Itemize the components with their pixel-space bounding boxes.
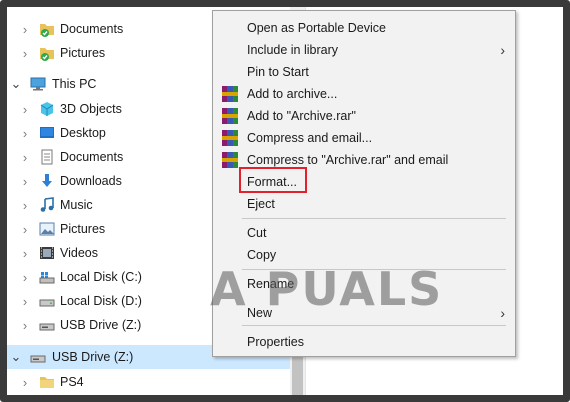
music-icon: [39, 197, 55, 213]
drive-icon: [39, 293, 55, 309]
nav-item-label: Pictures: [60, 222, 106, 236]
documents-icon: [39, 149, 55, 165]
menu-item-cut[interactable]: Cut: [213, 222, 515, 244]
pictures-icon: [39, 221, 55, 237]
folder-check-icon: [39, 21, 55, 37]
chevron-right-icon[interactable]: ›: [20, 169, 30, 193]
chevron-right-icon[interactable]: ›: [20, 41, 30, 65]
videos-icon: [39, 245, 55, 261]
chevron-down-icon[interactable]: ⌄: [11, 345, 22, 369]
folder-icon: [39, 374, 55, 390]
menu-item-label: New: [247, 306, 273, 320]
nav-item-ps4[interactable]: › PS4: [7, 370, 297, 394]
menu-item-pin-to-start[interactable]: Pin to Start: [213, 61, 515, 83]
nav-item-label: This PC: [52, 77, 97, 91]
chevron-right-icon[interactable]: ›: [20, 265, 30, 289]
menu-item-new[interactable]: New ›: [213, 302, 515, 324]
nav-item-label: Local Disk (C:): [60, 270, 142, 284]
nav-item-label: 3D Objects: [60, 102, 122, 116]
menu-item-open-portable[interactable]: Open as Portable Device: [213, 17, 515, 39]
desktop-icon: [39, 125, 55, 141]
submenu-arrow-icon: ›: [500, 305, 505, 321]
menu-item-label: Copy: [247, 248, 277, 262]
winrar-icon: [222, 152, 238, 168]
chevron-right-icon[interactable]: ›: [20, 313, 30, 337]
chevron-right-icon[interactable]: ›: [20, 217, 30, 241]
nav-item-label: USB Drive (Z:): [52, 350, 134, 364]
chevron-right-icon[interactable]: ›: [20, 241, 30, 265]
menu-item-eject[interactable]: Eject: [213, 193, 515, 215]
nav-item-label: Local Disk (D:): [60, 294, 142, 308]
menu-item-add-to-archive-rar[interactable]: Add to "Archive.rar": [213, 105, 515, 127]
menu-item-label: Add to "Archive.rar": [247, 109, 356, 123]
winrar-icon: [222, 108, 238, 124]
chevron-right-icon[interactable]: ›: [20, 193, 30, 217]
menu-item-label: Cut: [247, 226, 267, 240]
menu-item-label: Compress and email...: [247, 131, 373, 145]
computer-icon: [30, 76, 46, 92]
nav-item-label: Documents: [60, 22, 124, 36]
menu-item-label: Eject: [247, 197, 275, 211]
nav-item-label: PS4: [60, 375, 84, 389]
menu-separator: [242, 218, 506, 219]
menu-item-rename[interactable]: Rename: [213, 273, 515, 295]
chevron-right-icon[interactable]: ›: [20, 17, 30, 41]
chevron-right-icon[interactable]: ›: [20, 289, 30, 313]
format-highlight-box: [239, 167, 307, 193]
winrar-icon: [222, 130, 238, 146]
nav-item-label: Desktop: [60, 126, 106, 140]
chevron-right-icon[interactable]: ›: [20, 145, 30, 169]
menu-separator: [242, 325, 506, 326]
menu-item-add-to-archive[interactable]: Add to archive...: [213, 83, 515, 105]
nav-item-label: USB Drive (Z:): [60, 318, 142, 332]
chevron-down-icon[interactable]: ⌄: [11, 72, 22, 96]
windows-drive-icon: [39, 269, 55, 285]
menu-item-compress-and-email[interactable]: Compress and email...: [213, 127, 515, 149]
menu-separator: [242, 269, 506, 270]
menu-item-label: Add to archive...: [247, 87, 338, 101]
downloads-icon: [39, 173, 55, 189]
winrar-icon: [222, 86, 238, 102]
nav-item-label: Videos: [60, 246, 98, 260]
menu-item-label: Rename: [247, 277, 295, 291]
chevron-right-icon[interactable]: ›: [20, 121, 30, 145]
menu-item-label: Pin to Start: [247, 65, 309, 79]
nav-item-label: Documents: [60, 150, 124, 164]
nav-item-label: Music: [60, 198, 93, 212]
menu-item-copy[interactable]: Copy: [213, 244, 515, 266]
explorer-window: › Documents › Pictures ⌄ This PC › 3D Ob…: [0, 0, 570, 402]
chevron-right-icon[interactable]: ›: [20, 370, 30, 394]
menu-item-label: Open as Portable Device: [247, 21, 386, 35]
chevron-right-icon[interactable]: ›: [20, 97, 30, 121]
menu-item-include-in-library[interactable]: Include in library ›: [213, 39, 515, 61]
submenu-arrow-icon: ›: [500, 42, 505, 58]
nav-item-label: Downloads: [60, 174, 122, 188]
menu-item-label: Include in library: [247, 43, 339, 57]
usb-drive-icon: [30, 349, 46, 365]
nav-item-label: Pictures: [60, 46, 106, 60]
folder-check-icon: [39, 45, 55, 61]
usb-drive-icon: [39, 317, 55, 333]
3d-objects-icon: [39, 101, 55, 117]
menu-item-label: Properties: [247, 335, 304, 349]
menu-item-properties[interactable]: Properties: [213, 331, 515, 353]
